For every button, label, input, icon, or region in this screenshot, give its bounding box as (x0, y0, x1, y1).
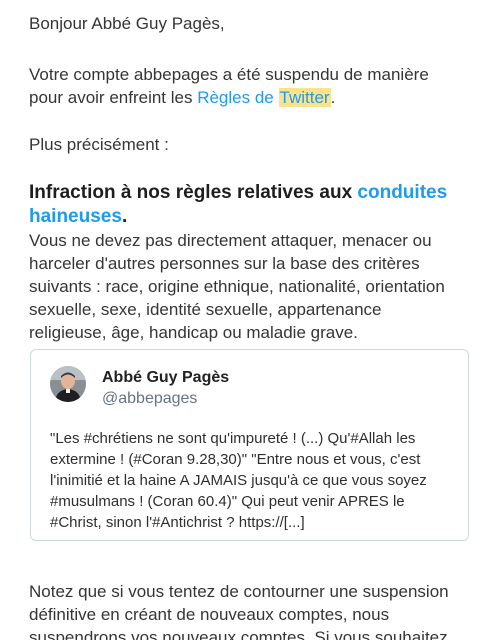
heading-suffix: . (121, 206, 128, 227)
suspension-line-1: Votre compte abbepages a été suspendu de… (29, 65, 429, 84)
infraction-description: Vous ne devez pas directement attaquer, … (29, 229, 479, 344)
description-line: sexuelle, sexe, identité sexuelle, appar… (29, 300, 382, 319)
description-line: harceler d'autres personnes sur la base … (29, 254, 420, 273)
suspension-suffix: . (330, 88, 336, 107)
email-body: Bonjour Abbé Guy Pagès, Votre compte abb… (0, 0, 497, 640)
infraction-heading: Infraction à nos règles relatives aux co… (29, 181, 447, 229)
tweet-text-line: #musulmans ! (Coran 60.4)" Qui peut veni… (50, 493, 405, 510)
profile-photo-icon (50, 366, 86, 402)
description-line: Vous ne devez pas directement attaquer, … (29, 231, 432, 250)
twitter-highlight-link[interactable]: Twitter (278, 88, 331, 107)
precisely-label: Plus précisément : (29, 135, 169, 154)
footer-line: suspendrons vos nouveaux comptes. Si vou… (29, 628, 448, 640)
tweet-text-line: extermine ! (#Coran 9.28,30)" "Entre nou… (50, 451, 421, 468)
heading-prefix: Infraction à nos règles relatives aux (29, 182, 358, 203)
tweet-text-line: "Les #chrétiens ne sont qu'impureté ! (.… (50, 430, 416, 447)
hateful-conduct-link-part-2[interactable]: haineuses (29, 206, 122, 227)
embedded-tweet-card[interactable]: Abbé Guy Pagès @abbepages "Les #chrétien… (30, 349, 469, 541)
rules-link[interactable]: Règles de (197, 88, 274, 107)
tweet-text-line: #Christ, sinon l'#Antichrist ? https://[… (50, 514, 305, 531)
footer-notice: Notez que si vous tentez de contourner u… (29, 580, 449, 640)
hateful-conduct-link-part-1[interactable]: conduites (357, 182, 447, 203)
avatar[interactable] (50, 366, 86, 402)
suspension-line-2: pour avoir enfreint les Règles de Twitte… (29, 86, 335, 109)
description-line: religieuse, âge, handicap ou maladie gra… (29, 323, 358, 342)
tweet-author-handle[interactable]: @abbepages (102, 389, 197, 409)
tweet-author-name[interactable]: Abbé Guy Pagès (102, 368, 229, 388)
suspension-prefix: pour avoir enfreint les (29, 88, 198, 107)
description-line: suivants : race, origine ethnique, natio… (29, 277, 445, 296)
footer-line: Notez que si vous tentez de contourner u… (29, 582, 449, 601)
footer-line: définitive en créant de nouveaux comptes… (29, 605, 390, 624)
tweet-text: "Les #chrétiens ne sont qu'impureté ! (.… (50, 428, 460, 533)
tweet-text-line: l'inimitié et la haine A JAMAIS jusqu'à … (50, 472, 427, 489)
greeting: Bonjour Abbé Guy Pagès, (29, 14, 225, 33)
